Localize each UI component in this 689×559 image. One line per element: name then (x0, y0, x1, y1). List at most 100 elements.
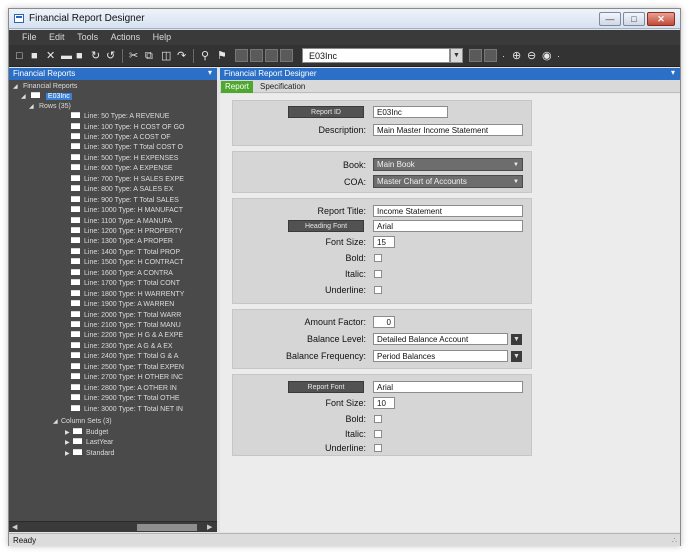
menu-edit[interactable]: Edit (44, 30, 70, 42)
menu-help[interactable]: Help (148, 30, 177, 42)
tree-row-line[interactable]: Line: 700 Type: H SALES EXPE (71, 174, 184, 184)
pin-icon[interactable]: ▾ (208, 68, 212, 77)
expand-icon[interactable]: ▶ (65, 439, 71, 448)
tree-column-set[interactable]: ▶ Budget (65, 427, 108, 438)
tree-root[interactable]: ◢ Financial Reports (13, 82, 77, 91)
heading-font-button[interactable]: Heading Font (288, 220, 364, 232)
blank-tool-button[interactable] (280, 49, 293, 62)
description-field[interactable]: Main Master Income Statement (373, 124, 523, 136)
tree-row-line[interactable]: Line: 600 Type: A EXPENSE (71, 164, 173, 173)
collapse-icon[interactable]: ◢ (53, 418, 59, 427)
close-button[interactable]: ✕ (647, 12, 675, 26)
report-font-field[interactable]: Arial (373, 381, 523, 393)
blank-tool-button[interactable] (265, 49, 278, 62)
tree-row-line[interactable]: Line: 1200 Type: H PROPERTY (71, 226, 183, 236)
amount-factor-field[interactable]: 0 (373, 316, 395, 328)
block-icon[interactable]: ▬ (61, 50, 72, 62)
blank-tool-button[interactable] (469, 49, 482, 62)
blank-tool-button[interactable] (235, 49, 248, 62)
heading-italic-checkbox[interactable] (374, 270, 382, 278)
menu-file[interactable]: File (17, 30, 42, 42)
report-id-field[interactable]: E03Inc (373, 106, 448, 118)
tree-row-line[interactable]: Line: 100 Type: H COST OF GO (71, 122, 185, 132)
tree-row-line[interactable]: Line: 200 Type: A COST OF (71, 132, 171, 142)
report-font-button[interactable]: Report Font (288, 381, 364, 393)
scroll-left-icon[interactable]: ◀ (12, 523, 17, 531)
tree-row-line[interactable]: Line: 900 Type: T Total SALES (71, 195, 179, 205)
collapse-icon[interactable]: ◢ (21, 93, 27, 102)
chevron-down-icon[interactable]: ▼ (450, 48, 463, 63)
add-icon[interactable]: ⊕ (512, 50, 521, 62)
tree-report-node[interactable]: ◢ E03Inc (21, 92, 72, 101)
tree-row-line[interactable]: Line: 50 Type: A REVENUE (71, 112, 169, 121)
balance-level-select[interactable]: Detailed Balance Account (373, 333, 508, 345)
expand-icon[interactable]: ▶ (65, 450, 71, 459)
scroll-right-icon[interactable]: ▶ (207, 523, 212, 531)
expand-icon[interactable]: ▶ (65, 429, 71, 438)
book-select[interactable]: Main Book ▼ (373, 158, 523, 171)
new-icon[interactable]: □ (16, 50, 23, 62)
collapse-icon[interactable]: ◢ (13, 83, 19, 92)
tree-row-line[interactable]: Line: 1400 Type: T Total PROP (71, 247, 180, 257)
tree-row-line[interactable]: Line: 2100 Type: T Total MANU (71, 321, 181, 330)
tree-row-line[interactable]: Line: 500 Type: H EXPENSES (71, 153, 178, 163)
pin-icon[interactable]: ▾ (671, 68, 675, 77)
copy-icon[interactable]: ⧉ (145, 50, 153, 62)
tree-row-line[interactable]: Line: 2800 Type: A OTHER IN (71, 383, 177, 393)
delete-icon[interactable]: ✕ (46, 50, 55, 62)
tree-row-line[interactable]: Line: 2000 Type: T Total WARR (71, 310, 181, 320)
balance-frequency-select[interactable]: Period Balances (373, 350, 508, 362)
report-title-field[interactable]: Income Statement (373, 205, 523, 217)
tree-column-sets-group[interactable]: ◢ Column Sets (3) (53, 417, 112, 426)
refresh-icon[interactable]: ↻ (91, 50, 100, 62)
minimize-button[interactable]: — (599, 12, 621, 26)
maximize-button[interactable]: □ (623, 12, 645, 26)
tree-row-line[interactable]: Line: 3000 Type: T Total NET IN (71, 404, 183, 414)
redo-icon[interactable]: ↷ (177, 50, 186, 62)
tree-row-line[interactable]: Line: 1900 Type: A WARREN (71, 300, 174, 309)
tree-row-line[interactable]: Line: 300 Type: T Total COST O (71, 143, 183, 152)
chevron-down-icon[interactable]: ▼ (511, 334, 522, 345)
find-icon[interactable]: ⚲ (201, 50, 209, 62)
heading-font-size-field[interactable]: 15 (373, 236, 395, 248)
horizontal-scrollbar[interactable]: ◀ ▶ (9, 521, 217, 532)
menu-tools[interactable]: Tools (72, 30, 103, 42)
heading-underline-checkbox[interactable] (374, 286, 382, 294)
tree-row-line[interactable]: Line: 1100 Type: A MANUFA (71, 216, 172, 226)
tree-row-line[interactable]: Line: 1800 Type: H WARRENTY (71, 289, 184, 299)
blank-tool-button[interactable] (250, 49, 263, 62)
resize-grip-icon[interactable]: ∴ (672, 536, 677, 545)
undo-icon[interactable]: ↺ (106, 50, 115, 62)
tree-row-line[interactable]: Line: 2700 Type: H OTHER INC (71, 373, 183, 382)
scroll-thumb[interactable] (137, 524, 197, 531)
tree-row-line[interactable]: Line: 1600 Type: A CONTRA (71, 268, 173, 278)
report-font-size-field[interactable]: 10 (373, 397, 395, 409)
paste-icon[interactable]: ◫ (161, 50, 171, 62)
report-combo[interactable]: E03Inc (302, 48, 450, 63)
blank-tool-button[interactable] (484, 49, 497, 62)
tree-row-line[interactable]: Line: 800 Type: A SALES EX (71, 185, 173, 194)
tree-column-set[interactable]: ▶ Standard (65, 448, 114, 459)
options-icon[interactable]: ◉ (542, 50, 552, 62)
tree-row-line[interactable]: Line: 1000 Type: H MANUFACT (71, 206, 183, 215)
tree-column-set[interactable]: ▶ LastYear (65, 438, 113, 447)
tree-row-line[interactable]: Line: 1700 Type: T Total CONT (71, 279, 180, 288)
tree-row-line[interactable]: Line: 2200 Type: H G & A EXPE (71, 331, 183, 340)
report-italic-checkbox[interactable] (374, 430, 382, 438)
tree-rows-group[interactable]: ◢ Rows (35) (29, 102, 71, 111)
menu-actions[interactable]: Actions (106, 30, 146, 42)
tree-row-line[interactable]: Line: 1300 Type: A PROPER (71, 237, 173, 246)
coa-select[interactable]: Master Chart of Accounts ▼ (373, 175, 523, 188)
save-icon[interactable]: ■ (31, 50, 38, 62)
stop-icon[interactable]: ■ (76, 50, 83, 62)
collapse-icon[interactable]: ◢ (29, 103, 35, 112)
heading-bold-checkbox[interactable] (374, 254, 382, 262)
cut-icon[interactable]: ✂ (129, 50, 138, 62)
tree-row-line[interactable]: Line: 2400 Type: T Total G & A (71, 352, 178, 361)
heading-font-field[interactable]: Arial (373, 220, 523, 232)
tree-row-line[interactable]: Line: 2900 Type: T Total OTHE (71, 394, 180, 403)
report-bold-checkbox[interactable] (374, 415, 382, 423)
tree-row-line[interactable]: Line: 2300 Type: A G & A EX (71, 341, 173, 351)
chevron-down-icon[interactable]: ▼ (511, 351, 522, 362)
tree-row-line[interactable]: Line: 2500 Type: T Total EXPEN (71, 362, 184, 372)
